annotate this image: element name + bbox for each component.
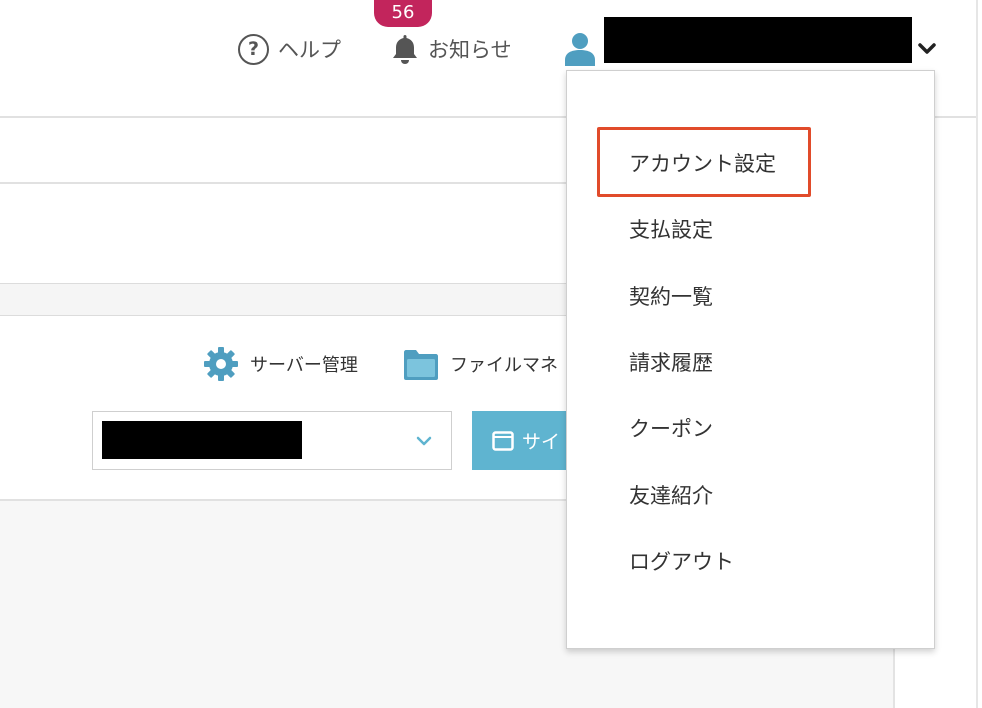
file-manager-link[interactable]: ファイルマネ — [402, 345, 558, 383]
page-right-border — [976, 0, 978, 708]
notice-link[interactable]: お知らせ — [388, 33, 512, 65]
notice-count-badge: 56 — [374, 0, 432, 27]
file-manager-label: ファイルマネ — [450, 355, 558, 376]
user-menu-trigger[interactable] — [562, 28, 598, 68]
question-circle-icon: ? — [238, 33, 269, 65]
folder-icon — [404, 350, 438, 380]
user-name-redacted[interactable] — [604, 17, 912, 63]
menu-item-account-settings[interactable]: アカウント設定 — [629, 148, 776, 178]
chevron-down-icon — [416, 436, 432, 446]
help-label: ヘルプ — [278, 38, 341, 62]
selected-site-redacted — [102, 421, 302, 459]
bell-icon — [393, 35, 417, 64]
menu-item-payment-settings[interactable]: 支払設定 — [629, 214, 713, 244]
menu-item-contract-list[interactable]: 契約一覧 — [629, 281, 713, 311]
menu-item-referral[interactable]: 友達紹介 — [629, 480, 713, 510]
server-management-label: サーバー管理 — [250, 355, 358, 376]
chevron-down-icon[interactable] — [916, 38, 938, 60]
section-divider — [0, 182, 566, 184]
server-management-link[interactable]: サーバー管理 — [202, 345, 358, 383]
help-link[interactable]: ? ヘルプ — [238, 33, 341, 65]
site-button[interactable]: サイ — [472, 411, 572, 470]
user-icon — [565, 33, 595, 66]
notice-label: お知らせ — [428, 38, 512, 62]
window-icon — [492, 430, 514, 451]
site-select[interactable] — [92, 411, 452, 470]
menu-item-coupon[interactable]: クーポン — [629, 413, 713, 443]
gear-icon — [204, 347, 238, 381]
site-button-label: サイ — [522, 431, 561, 453]
section-band — [0, 283, 566, 316]
menu-item-billing-history[interactable]: 請求履歴 — [629, 347, 713, 377]
user-dropdown-menu: アカウント設定 支払設定 契約一覧 請求履歴 クーポン 友達紹介 ログアウト — [566, 70, 935, 649]
menu-item-logout[interactable]: ログアウト — [629, 546, 734, 576]
